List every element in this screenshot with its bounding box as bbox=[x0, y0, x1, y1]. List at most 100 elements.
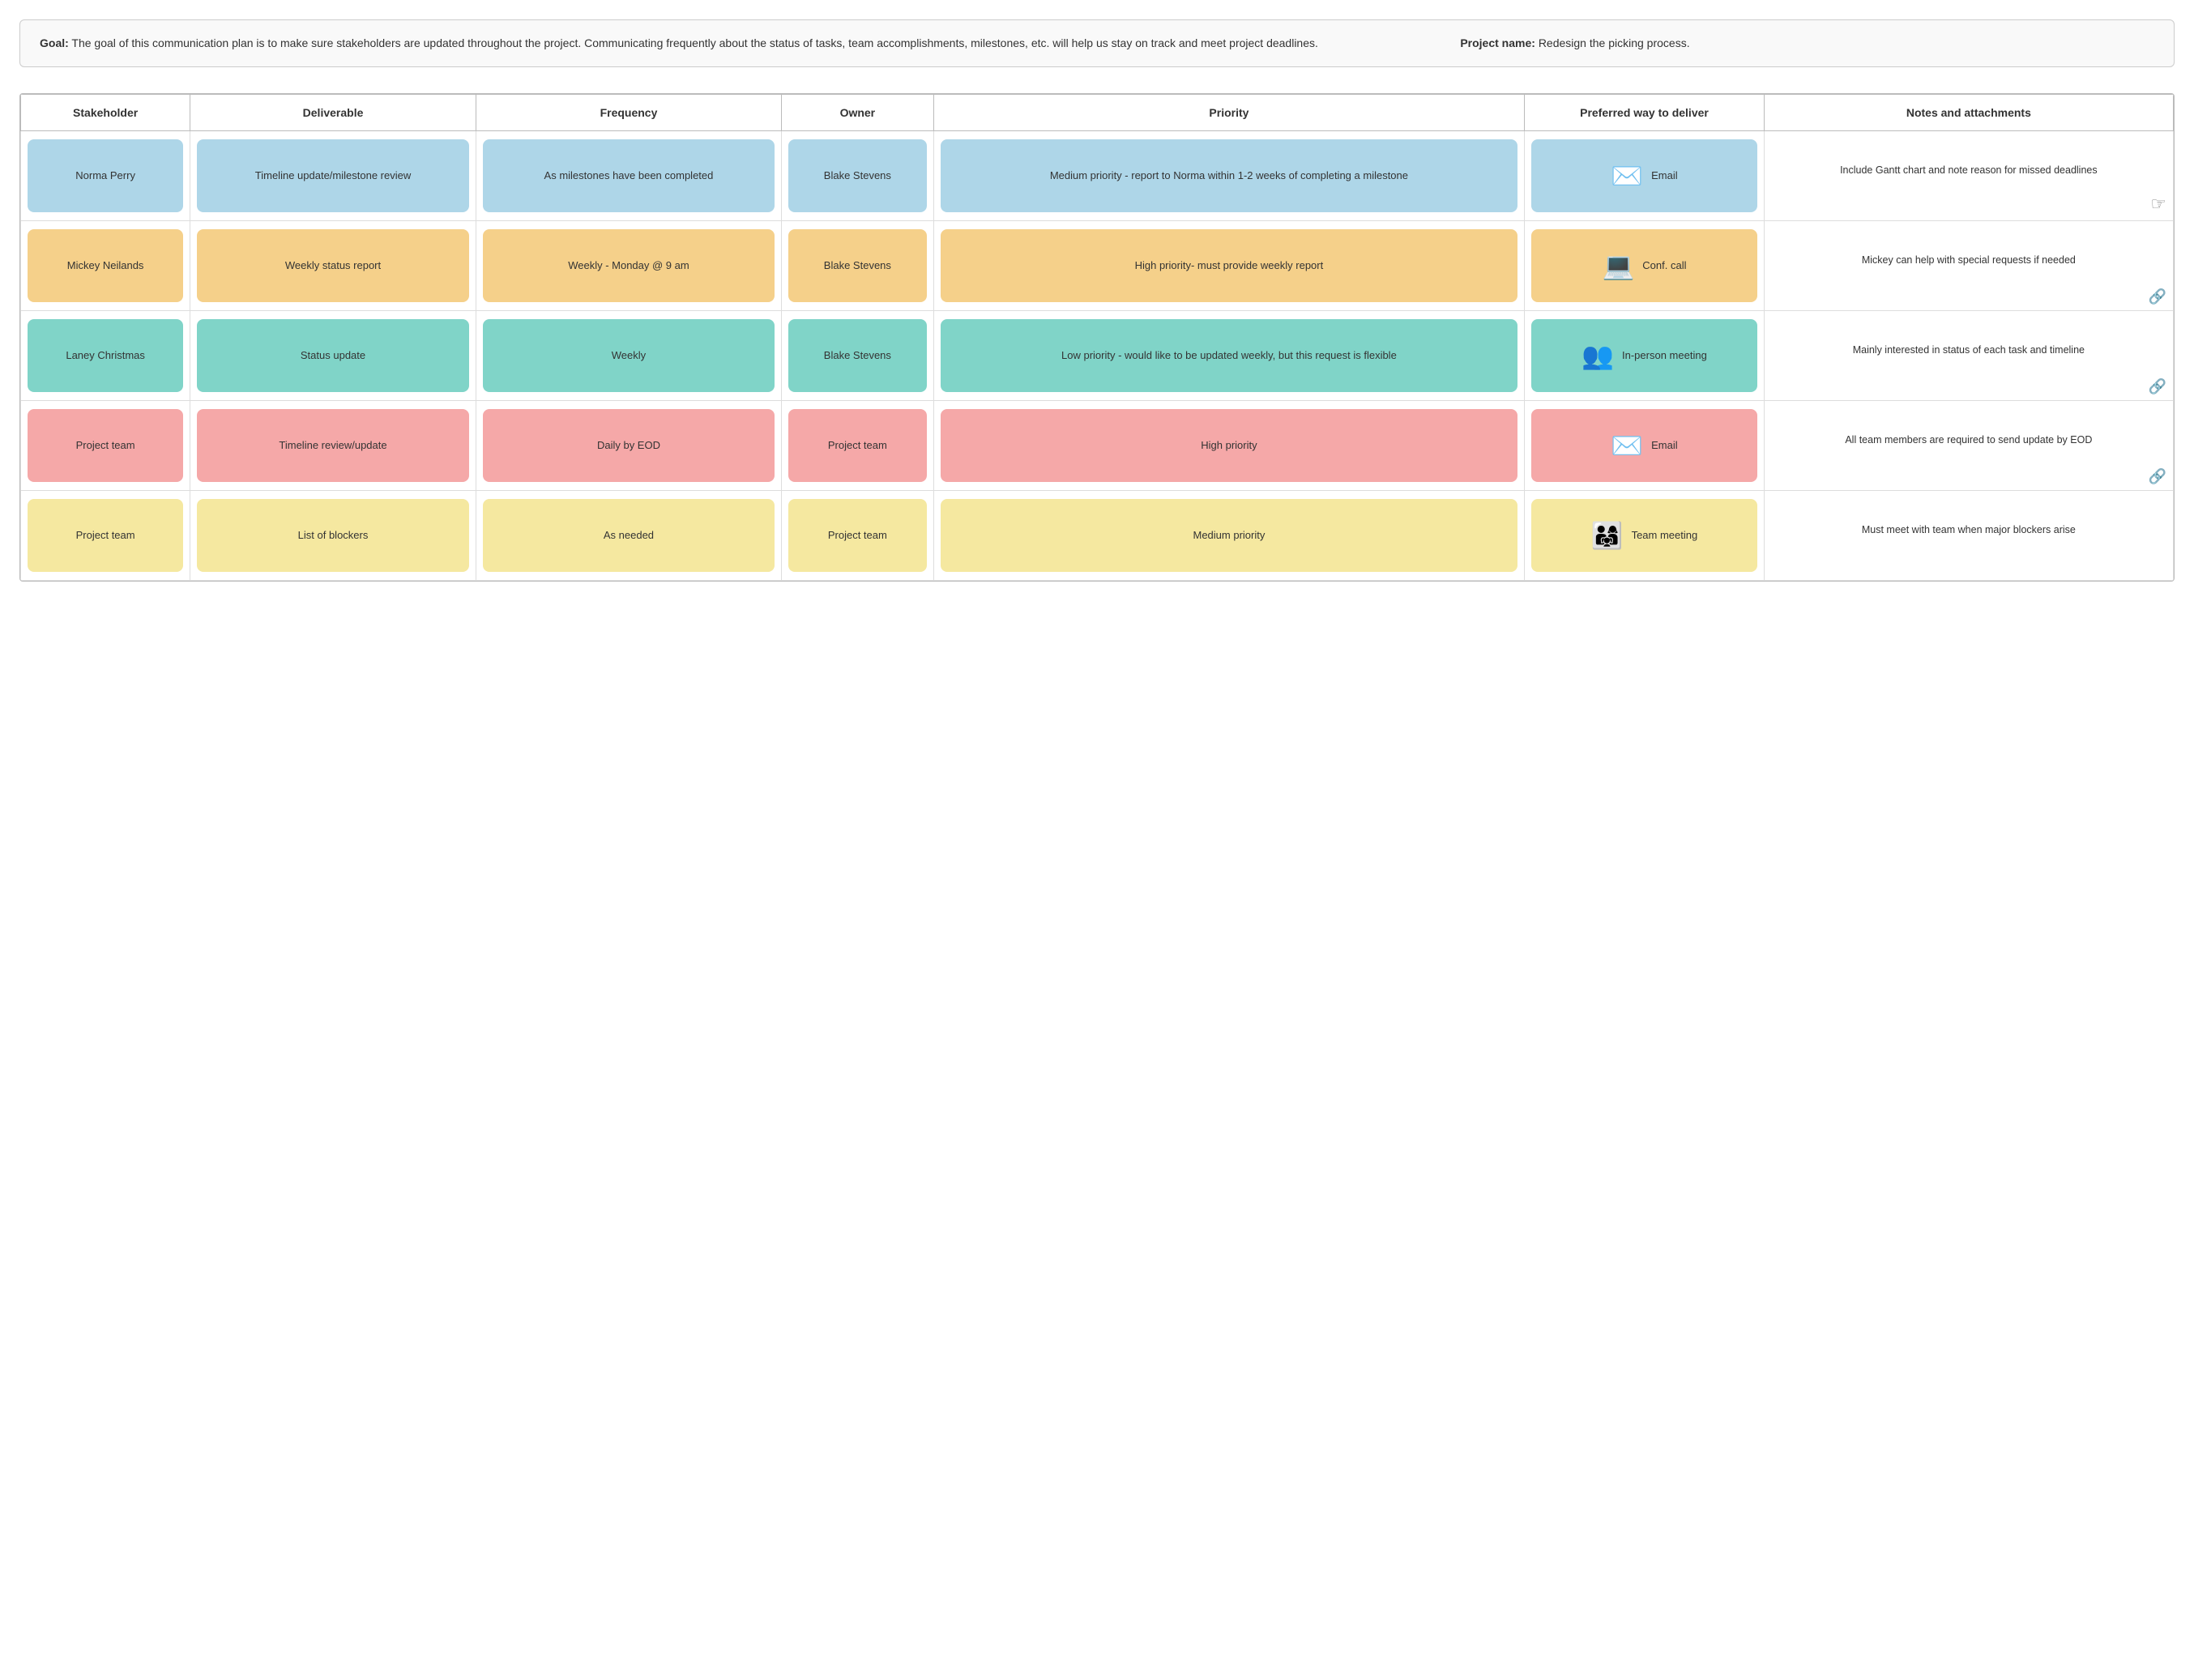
frequency-card: As milestones have been completed bbox=[483, 139, 775, 212]
stakeholder-card: Norma Perry bbox=[28, 139, 183, 212]
priority-card: Medium priority - report to Norma within… bbox=[941, 139, 1518, 212]
frequency-cell: Weekly - Monday @ 9 am bbox=[476, 221, 781, 311]
deliverable-cell: Timeline update/milestone review bbox=[190, 131, 476, 221]
stakeholder-card: Laney Christmas bbox=[28, 319, 183, 392]
link-icon[interactable]: 🔗 bbox=[2149, 287, 2166, 307]
owner-card: Blake Stevens bbox=[788, 319, 926, 392]
frequency-card: Weekly - Monday @ 9 am bbox=[483, 229, 775, 302]
col-header-frequency: Frequency bbox=[476, 95, 781, 131]
frequency-cell: Weekly bbox=[476, 311, 781, 401]
deliver-label: Team meeting bbox=[1632, 528, 1698, 543]
deliver-label: In-person meeting bbox=[1622, 348, 1707, 363]
hand-cursor-icon[interactable]: ☞ bbox=[2150, 192, 2166, 217]
table-row: Laney ChristmasStatus updateWeeklyBlake … bbox=[21, 311, 2174, 401]
deliver-label: Conf. call bbox=[1642, 258, 1686, 273]
project-name-value: Redesign the picking process. bbox=[1539, 36, 1690, 49]
deliver-card: 👥 In-person meeting bbox=[1531, 319, 1756, 392]
deliver-card: 👨‍👩‍👧 Team meeting bbox=[1531, 499, 1756, 572]
deliver-cell: ✉️ Email bbox=[1525, 131, 1764, 221]
owner-card: Project team bbox=[788, 499, 926, 572]
frequency-card: Daily by EOD bbox=[483, 409, 775, 482]
deliverable-card: Weekly status report bbox=[197, 229, 469, 302]
link-icon[interactable]: 🔗 bbox=[2149, 467, 2166, 487]
notes-cell: All team members are required to send up… bbox=[1764, 401, 2173, 491]
owner-card: Project team bbox=[788, 409, 926, 482]
frequency-cell: As needed bbox=[476, 491, 781, 581]
stakeholder-cell: Laney Christmas bbox=[21, 311, 190, 401]
frequency-cell: Daily by EOD bbox=[476, 401, 781, 491]
communication-table: Stakeholder Deliverable Frequency Owner … bbox=[19, 93, 2175, 582]
stakeholder-cell: Project team bbox=[21, 491, 190, 581]
deliver-cell: 👨‍👩‍👧 Team meeting bbox=[1525, 491, 1764, 581]
deliver-card: 💻 Conf. call bbox=[1531, 229, 1756, 302]
owner-cell: Blake Stevens bbox=[782, 131, 933, 221]
notes-text: Mickey can help with special requests if… bbox=[1862, 254, 2076, 266]
priority-card: High priority- must provide weekly repor… bbox=[941, 229, 1518, 302]
email-icon: ✉️ bbox=[1611, 163, 1643, 189]
owner-cell: Blake Stevens bbox=[782, 311, 933, 401]
goal-content: The goal of this communication plan is t… bbox=[71, 36, 1317, 49]
deliverable-cell: List of blockers bbox=[190, 491, 476, 581]
stakeholder-card: Mickey Neilands bbox=[28, 229, 183, 302]
table-row: Norma PerryTimeline update/milestone rev… bbox=[21, 131, 2174, 221]
notes-text: Must meet with team when major blockers … bbox=[1862, 524, 2076, 535]
notes-cell: Must meet with team when major blockers … bbox=[1764, 491, 2173, 581]
stakeholder-cell: Mickey Neilands bbox=[21, 221, 190, 311]
stakeholder-cell: Norma Perry bbox=[21, 131, 190, 221]
col-header-priority: Priority bbox=[933, 95, 1525, 131]
owner-card: Blake Stevens bbox=[788, 229, 926, 302]
project-name-label: Project name: bbox=[1460, 36, 1535, 49]
col-header-deliverable: Deliverable bbox=[190, 95, 476, 131]
table-row: Project teamTimeline review/updateDaily … bbox=[21, 401, 2174, 491]
deliverable-cell: Weekly status report bbox=[190, 221, 476, 311]
deliver-card: ✉️ Email bbox=[1531, 409, 1756, 482]
col-header-owner: Owner bbox=[782, 95, 933, 131]
owner-cell: Project team bbox=[782, 401, 933, 491]
deliverable-card: Timeline update/milestone review bbox=[197, 139, 469, 212]
conf-call-icon: 💻 bbox=[1602, 253, 1634, 279]
frequency-card: Weekly bbox=[483, 319, 775, 392]
priority-card: Medium priority bbox=[941, 499, 1518, 572]
col-header-stakeholder: Stakeholder bbox=[21, 95, 190, 131]
col-header-notes: Notes and attachments bbox=[1764, 95, 2173, 131]
goal-text: Goal: The goal of this communication pla… bbox=[40, 35, 1428, 52]
stakeholder-card: Project team bbox=[28, 499, 183, 572]
notes-cell: Include Gantt chart and note reason for … bbox=[1764, 131, 2173, 221]
deliverable-card: Timeline review/update bbox=[197, 409, 469, 482]
priority-card: Low priority - would like to be updated … bbox=[941, 319, 1518, 392]
goal-section: Goal: The goal of this communication pla… bbox=[19, 19, 2175, 67]
owner-card: Blake Stevens bbox=[788, 139, 926, 212]
deliverable-card: List of blockers bbox=[197, 499, 469, 572]
owner-cell: Blake Stevens bbox=[782, 221, 933, 311]
deliver-cell: 👥 In-person meeting bbox=[1525, 311, 1764, 401]
priority-cell: Low priority - would like to be updated … bbox=[933, 311, 1525, 401]
priority-cell: High priority bbox=[933, 401, 1525, 491]
priority-cell: High priority- must provide weekly repor… bbox=[933, 221, 1525, 311]
priority-card: High priority bbox=[941, 409, 1518, 482]
deliverable-card: Status update bbox=[197, 319, 469, 392]
stakeholder-cell: Project team bbox=[21, 401, 190, 491]
deliver-cell: ✉️ Email bbox=[1525, 401, 1764, 491]
priority-cell: Medium priority bbox=[933, 491, 1525, 581]
notes-text: Mainly interested in status of each task… bbox=[1853, 344, 2085, 356]
stakeholder-card: Project team bbox=[28, 409, 183, 482]
owner-cell: Project team bbox=[782, 491, 933, 581]
priority-cell: Medium priority - report to Norma within… bbox=[933, 131, 1525, 221]
notes-text: All team members are required to send up… bbox=[1845, 434, 2092, 446]
in-person-icon: 👥 bbox=[1581, 343, 1614, 369]
table-row: Mickey NeilandsWeekly status reportWeekl… bbox=[21, 221, 2174, 311]
goal-label: Goal: bbox=[40, 36, 69, 49]
deliver-label: Email bbox=[1651, 438, 1678, 453]
deliverable-cell: Status update bbox=[190, 311, 476, 401]
notes-cell: Mickey can help with special requests if… bbox=[1764, 221, 2173, 311]
notes-cell: Mainly interested in status of each task… bbox=[1764, 311, 2173, 401]
col-header-deliver: Preferred way to deliver bbox=[1525, 95, 1764, 131]
frequency-cell: As milestones have been completed bbox=[476, 131, 781, 221]
email-icon: ✉️ bbox=[1611, 433, 1643, 458]
project-name: Project name: Redesign the picking proce… bbox=[1460, 35, 2154, 52]
notes-text: Include Gantt chart and note reason for … bbox=[1840, 164, 2098, 176]
link-icon[interactable]: 🔗 bbox=[2149, 377, 2166, 397]
team-meeting-icon: 👨‍👩‍👧 bbox=[1591, 522, 1624, 548]
deliverable-cell: Timeline review/update bbox=[190, 401, 476, 491]
table-row: Project teamList of blockersAs neededPro… bbox=[21, 491, 2174, 581]
